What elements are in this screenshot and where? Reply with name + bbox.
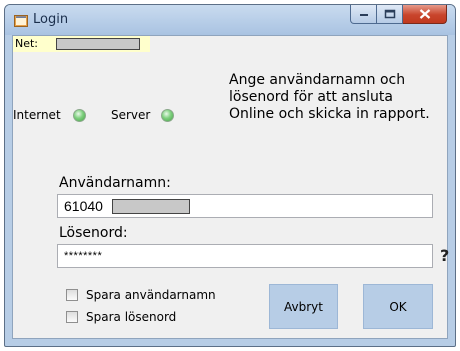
save-username-label: Spara användarnamn xyxy=(86,288,216,302)
close-button[interactable] xyxy=(403,5,447,24)
save-username-option[interactable]: Spara användarnamn xyxy=(66,288,216,302)
password-value: ******** xyxy=(64,250,103,262)
server-status-indicator xyxy=(161,109,174,122)
caption-buttons xyxy=(350,5,447,25)
server-label: Server xyxy=(111,108,151,122)
login-window: Login Net: Internet Server Ange användar… xyxy=(4,4,456,347)
save-password-label: Spara lösenord xyxy=(86,310,177,324)
redacted-network-name xyxy=(56,38,140,50)
minimize-icon xyxy=(359,14,368,16)
internet-status-indicator xyxy=(73,109,86,122)
maximize-button[interactable] xyxy=(377,5,403,24)
maximize-icon xyxy=(384,9,395,19)
minimize-button[interactable] xyxy=(350,5,377,24)
username-label: Användarnamn: xyxy=(59,175,171,191)
redacted-username xyxy=(112,199,190,214)
save-password-option[interactable]: Spara lösenord xyxy=(66,310,176,324)
dialog-body: Net: Internet Server Ange användarnamn o… xyxy=(12,35,449,339)
title-bar[interactable]: Login xyxy=(5,5,455,35)
window-title: Login xyxy=(33,12,69,27)
network-label: Net: xyxy=(13,36,150,52)
help-icon[interactable]: ? xyxy=(440,246,449,265)
cancel-button[interactable]: Avbryt xyxy=(269,284,338,329)
password-label: Lösenord: xyxy=(59,225,128,241)
network-label-text: Net: xyxy=(15,37,39,50)
instructions-text: Ange användarnamn och lösenord för att a… xyxy=(229,72,430,122)
ok-button[interactable]: OK xyxy=(363,284,433,329)
password-input[interactable]: ******** xyxy=(57,244,433,268)
username-value: 61040 xyxy=(64,198,103,214)
save-username-checkbox[interactable] xyxy=(66,289,78,301)
username-input[interactable]: 61040 xyxy=(57,194,433,218)
save-password-checkbox[interactable] xyxy=(66,311,78,323)
app-icon xyxy=(14,13,28,27)
internet-label: Internet xyxy=(13,108,61,122)
close-icon xyxy=(419,9,430,19)
